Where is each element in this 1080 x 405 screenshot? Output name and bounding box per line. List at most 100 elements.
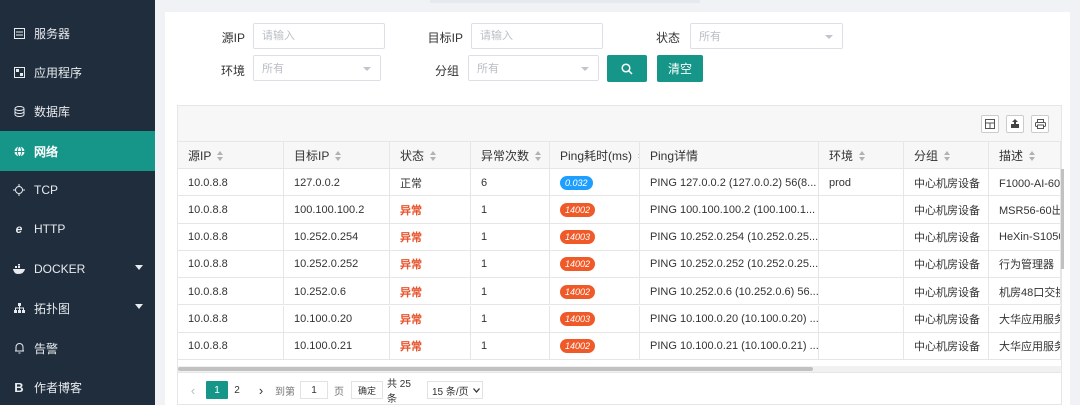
export-icon[interactable] xyxy=(1006,115,1024,133)
print-icon[interactable] xyxy=(1031,115,1049,133)
sidebar-item-topology[interactable]: 拓扑图 xyxy=(0,288,155,328)
scrollbar-thumb[interactable] xyxy=(178,367,813,371)
column-header[interactable]: 目标IP xyxy=(284,142,390,169)
column-header[interactable]: Ping详情 xyxy=(640,142,819,169)
cell-dst: 10.100.0.20 xyxy=(284,305,390,333)
next-page-icon[interactable]: › xyxy=(254,381,268,399)
main-panel: 源IP 目标IP 状态 所有 环境 所有 分组 所有 清空 xyxy=(165,12,1070,405)
column-header[interactable]: 描述 xyxy=(989,142,1061,169)
cell-src: 10.0.8.8 xyxy=(178,223,284,251)
cell-count: 6 xyxy=(471,169,550,196)
cell-desc: 大华应用服务器 xyxy=(989,332,1061,360)
cell-count: 1 xyxy=(471,223,550,251)
sidebar-item-server[interactable]: 服务器 xyxy=(0,13,155,53)
column-header[interactable]: 分组 xyxy=(904,142,989,169)
ping-badge: 14002 xyxy=(560,284,596,299)
chevron-down-icon xyxy=(363,67,371,71)
table-row[interactable]: 10.0.8.8 10.100.0.20 异常 1 14003 PING 10.100.0… xyxy=(178,305,1061,333)
topology-icon xyxy=(12,301,26,315)
cell-src: 10.0.8.8 xyxy=(178,169,284,196)
ping-badge: 14002 xyxy=(560,257,596,272)
env-select[interactable]: 所有 xyxy=(253,55,381,81)
cell-env xyxy=(819,305,904,333)
cell-desc: MSR56-60出口 xyxy=(989,196,1061,224)
prev-page-icon[interactable]: ‹ xyxy=(186,381,200,399)
column-header[interactable]: 环境 xyxy=(819,142,904,169)
sidebar-item-apps[interactable]: 应用程序 xyxy=(0,52,155,92)
sidebar-item-label: 拓扑图 xyxy=(34,301,71,316)
page-size-select[interactable]: 15 条/页 xyxy=(427,381,483,399)
cell-desc: 大华应用服务器 xyxy=(989,305,1061,333)
cell-detail: PING 10.252.0.254 (10.252.0.25... xyxy=(640,223,819,251)
sidebar-item-label: HTTP xyxy=(34,222,66,236)
table-toolbar xyxy=(178,106,1061,142)
column-header[interactable]: Ping耗时(ms) xyxy=(550,142,640,169)
status-label: 状态 xyxy=(655,31,680,45)
cell-status: 异常 xyxy=(390,250,471,278)
search-button[interactable] xyxy=(607,55,647,82)
confirm-button[interactable]: 确定 xyxy=(351,381,383,399)
cell-status: 异常 xyxy=(390,332,471,360)
cell-status: 异常 xyxy=(390,223,471,251)
columns-icon[interactable] xyxy=(981,115,999,133)
blog-icon: B xyxy=(14,379,24,395)
table-row[interactable]: 10.0.8.8 10.100.0.21 异常 1 14002 PING 10.100.0… xyxy=(178,332,1061,361)
sidebar-item-label: 作者博客 xyxy=(34,380,83,395)
status-select[interactable]: 所有 xyxy=(690,23,843,49)
group-label: 分组 xyxy=(434,64,459,78)
cell-ping: 14002 xyxy=(550,250,640,278)
cell-status: 异常 xyxy=(390,278,471,306)
table-row[interactable]: 10.0.8.8 10.252.0.252 异常 1 14002 PING 10.252.… xyxy=(178,250,1061,279)
table-row[interactable]: 10.0.8.8 127.0.0.2 正常 6 0.032 PING 127.0.0.2 … xyxy=(178,169,1061,197)
group-select[interactable]: 所有 xyxy=(468,55,599,81)
sidebar-item-http[interactable]: e HTTP xyxy=(0,209,155,249)
cell-group: 中心机房设备 xyxy=(904,250,989,278)
cell-src: 10.0.8.8 xyxy=(178,332,284,360)
sort-icon[interactable] xyxy=(217,150,224,161)
column-header-label: 异常次数 xyxy=(481,149,530,163)
sidebar-item-label: 数据库 xyxy=(34,104,71,119)
sort-icon[interactable] xyxy=(535,150,542,161)
sidebar-item-database[interactable]: 数据库 xyxy=(0,91,155,131)
sort-icon[interactable] xyxy=(430,150,437,161)
goto-page-input[interactable]: 1 xyxy=(300,381,328,399)
server-icon xyxy=(12,26,26,40)
database-icon xyxy=(12,104,26,118)
chevron-down-icon xyxy=(581,67,589,71)
column-header-label: Ping耗时(ms) xyxy=(560,149,633,163)
column-header[interactable]: 异常次数 xyxy=(471,142,550,169)
table-row[interactable]: 10.0.8.8 10.252.0.254 异常 1 14003 PING 10.252.… xyxy=(178,223,1061,251)
sort-icon[interactable] xyxy=(335,150,342,161)
cell-env xyxy=(819,332,904,360)
cell-dst: 10.252.0.252 xyxy=(284,250,390,278)
ping-badge: 0.032 xyxy=(560,175,593,190)
cell-dst: 100.100.100.2 xyxy=(284,196,390,224)
table-row[interactable]: 10.0.8.8 100.100.100.2 异常 1 14002 PING 100.10… xyxy=(178,196,1061,224)
search-icon xyxy=(621,62,633,75)
cell-src: 10.0.8.8 xyxy=(178,278,284,306)
table-row[interactable]: 10.0.8.8 10.252.0.6 异常 1 14002 PING 10.252.0.… xyxy=(178,278,1061,306)
table-body: 10.0.8.8 127.0.0.2 正常 6 0.032 PING 127.0.0.2 … xyxy=(178,169,1061,366)
src-ip-input[interactable] xyxy=(253,23,385,49)
page-2-button[interactable]: 2 xyxy=(230,381,244,399)
column-header[interactable]: 源IP xyxy=(178,142,284,169)
sort-icon[interactable] xyxy=(859,150,866,161)
page-1-button[interactable]: 1 xyxy=(206,381,228,399)
sidebar-item-alerts[interactable]: 告警 xyxy=(0,328,155,368)
cell-dst: 10.252.0.254 xyxy=(284,223,390,251)
sort-icon[interactable] xyxy=(944,150,951,161)
dst-ip-input[interactable] xyxy=(471,23,603,49)
sidebar-item-blog[interactable]: B 作者博客 xyxy=(0,367,155,405)
tcp-icon xyxy=(12,183,26,197)
sidebar-item-docker[interactable]: DOCKER xyxy=(0,249,155,289)
sidebar: 服务器 应用程序 数据库 网络 TCP e HTTP DOCKER 拓扑图 告警… xyxy=(0,0,155,405)
sort-icon[interactable] xyxy=(638,150,639,161)
dst-ip-label: 目标IP xyxy=(427,31,463,45)
sidebar-item-tcp[interactable]: TCP xyxy=(0,170,155,210)
column-header-label: 环境 xyxy=(829,149,854,163)
clear-button[interactable]: 清空 xyxy=(657,55,703,82)
vertical-scrollbar[interactable] xyxy=(1061,169,1064,269)
sort-icon[interactable] xyxy=(1029,150,1036,161)
sidebar-item-network[interactable]: 网络 xyxy=(0,131,155,171)
column-header[interactable]: 状态 xyxy=(390,142,471,169)
